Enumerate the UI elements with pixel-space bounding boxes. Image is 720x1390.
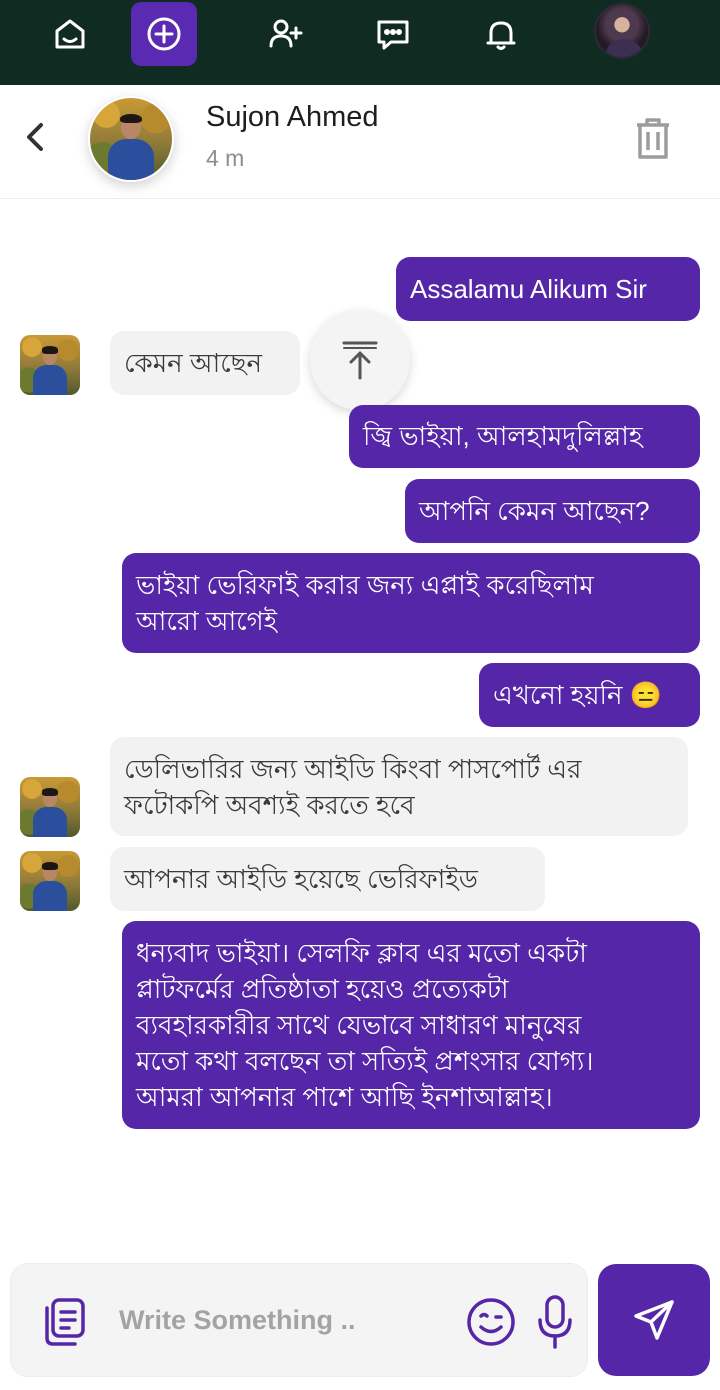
attachment-icon[interactable] <box>41 1296 87 1348</box>
profile-avatar[interactable] <box>594 3 650 59</box>
send-icon <box>634 1300 674 1340</box>
delete-chat-button[interactable] <box>630 115 676 163</box>
contact-avatar[interactable] <box>88 96 174 182</box>
message-bubble-incoming[interactable]: আপনার আইডি হয়েছে ভেরিফাইড <box>110 847 545 911</box>
message-bubble-incoming[interactable]: কেমন আছেন <box>110 331 300 395</box>
message-composer <box>10 1263 588 1377</box>
message-input[interactable] <box>119 1294 449 1346</box>
message-bubble-outgoing[interactable]: আপনি কেমন আছেন? <box>405 479 700 543</box>
add-friend-button[interactable] <box>252 2 318 66</box>
trash-icon <box>637 118 669 159</box>
notifications-button[interactable] <box>468 2 534 66</box>
chevron-left-icon <box>27 123 43 151</box>
message-bubble-incoming[interactable]: ডেলিভারির জন্য আইডি কিংবা পাসপোর্ট এর ফট… <box>110 737 688 836</box>
messages-icon <box>377 20 409 50</box>
last-seen-status: 4 m <box>206 145 245 171</box>
add-user-icon <box>269 19 303 48</box>
top-navigation-bar <box>0 0 720 85</box>
back-button[interactable] <box>18 115 52 159</box>
chat-header: Sujon Ahmed 4 m <box>0 85 720 199</box>
emoji-icon[interactable] <box>465 1296 517 1348</box>
contact-name: Sujon Ahmed <box>206 101 379 133</box>
sender-avatar[interactable] <box>20 335 80 395</box>
microphone-icon[interactable] <box>535 1294 575 1350</box>
arrow-up-to-line-icon <box>342 341 378 380</box>
add-circle-icon <box>147 17 181 51</box>
message-bubble-outgoing[interactable]: এখনো হয়নি 😑 <box>479 663 700 727</box>
bell-icon <box>486 21 516 50</box>
sender-avatar[interactable] <box>20 777 80 837</box>
create-post-button[interactable] <box>131 2 197 66</box>
scroll-to-top-button[interactable] <box>310 310 410 410</box>
messages-button[interactable] <box>360 2 426 66</box>
home-icon <box>55 19 85 49</box>
message-bubble-outgoing[interactable]: Assalamu Alikum Sir <box>396 257 700 321</box>
message-bubble-outgoing[interactable]: জ্বি ভাইয়া, আলহামদুলিল্লাহ <box>349 405 700 468</box>
sender-avatar[interactable] <box>20 851 80 911</box>
send-button[interactable] <box>598 1264 710 1376</box>
message-bubble-outgoing[interactable]: ভাইয়া ভেরিফাই করার জন্য এপ্লাই করেছিলাম… <box>122 553 700 653</box>
home-button[interactable] <box>37 2 103 66</box>
message-bubble-outgoing[interactable]: ধন্যবাদ ভাইয়া। সেলফি ক্লাব এর মতো একটা … <box>122 921 700 1129</box>
